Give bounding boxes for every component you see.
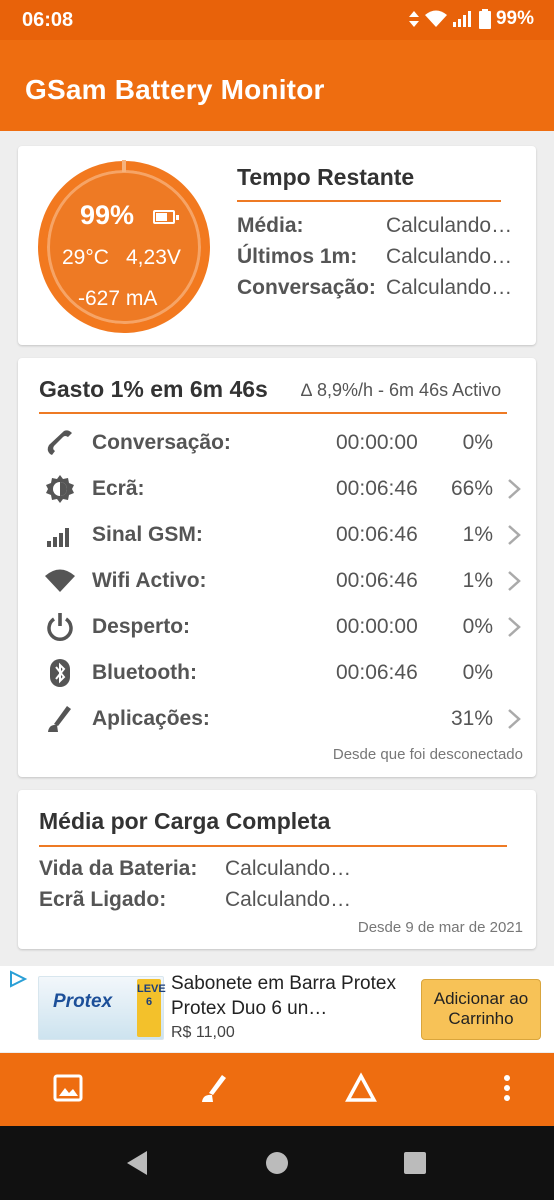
gauge-percent: 99%	[80, 200, 135, 230]
usage-label: Conversação:	[92, 431, 231, 454]
usage-subtitle: ∆ 8,9%/h - 6m 46s Activo	[301, 380, 502, 400]
usage-note: Desde que foi desconectado	[332, 746, 523, 763]
gauge-temperature: 29°C	[62, 246, 109, 269]
apps-icon	[48, 706, 71, 732]
full-charge-note: Desde 9 de mar de 2021	[357, 919, 523, 936]
adchoices-icon[interactable]	[8, 970, 28, 988]
ad-banner[interactable]: Protex LEVE 6 Sabonete em Barra Protex P…	[0, 966, 554, 1052]
power-icon	[47, 613, 73, 641]
cell-signal-icon	[452, 11, 471, 27]
screen-on-value: Calculando…	[225, 888, 352, 911]
usage-label: Bluetooth:	[92, 661, 197, 684]
avg-label: Média:	[237, 214, 304, 237]
signal-icon	[47, 528, 69, 547]
app-bar: GSam Battery Monitor	[0, 40, 554, 131]
time-remaining-title: Tempo Restante	[237, 164, 415, 190]
talk-label: Conversação:	[237, 276, 376, 299]
divider	[237, 200, 501, 202]
usage-pct: 1%	[462, 569, 493, 592]
divider	[39, 412, 507, 414]
status-time: 06:08	[22, 9, 74, 31]
back-icon[interactable]	[123, 1148, 153, 1178]
battery-icon	[153, 210, 179, 224]
usage-label: Desperto:	[92, 615, 191, 638]
home-icon[interactable]	[262, 1148, 292, 1178]
image-icon[interactable]	[51, 1071, 85, 1105]
chevron-right-icon[interactable]	[506, 570, 522, 592]
battery-gauge: 99% 29°C 4,23V -627 mA	[38, 161, 210, 333]
gauge-voltage: 4,23V	[126, 246, 181, 269]
phone-icon	[47, 430, 72, 455]
usage-pct: 1%	[462, 523, 493, 546]
last-1m-label: Últimos 1m:	[237, 245, 358, 268]
usage-pct: 31%	[450, 707, 493, 730]
usage-label: Ecrã:	[92, 477, 145, 500]
ad-product-image[interactable]: Protex LEVE 6	[38, 976, 166, 1040]
chevron-right-icon[interactable]	[506, 616, 522, 638]
system-nav-bar	[0, 1126, 554, 1200]
usage-row-talk: Conversação: 00:00:00 0%	[18, 419, 536, 463]
recents-icon[interactable]	[400, 1148, 430, 1178]
battery-life-value: Calculando…	[225, 857, 352, 880]
talk-value: Calculando…	[386, 276, 513, 299]
ad-brand: Protex	[53, 991, 113, 1012]
gauge-current: -627 mA	[78, 287, 158, 310]
gauge-marker	[122, 160, 126, 172]
apps-icon[interactable]	[197, 1071, 231, 1105]
chevron-right-icon[interactable]	[506, 524, 522, 546]
usage-label: Sinal GSM:	[92, 523, 203, 546]
brightness-icon	[46, 475, 74, 503]
summary-card[interactable]: 99% 29°C 4,23V -627 mA Tempo Restante Mé…	[18, 146, 536, 345]
screen-on-label: Ecrã Ligado:	[39, 888, 167, 911]
usage-pct: 0%	[462, 661, 493, 684]
usage-row-signal[interactable]: Sinal GSM: 00:06:46 1%	[18, 511, 536, 555]
full-charge-card: Média por Carga Completa Vida da Bateria…	[18, 790, 536, 949]
usage-card: Gasto 1% em 6m 46s ∆ 8,9%/h - 6m 46s Act…	[18, 358, 536, 777]
usage-row-screen[interactable]: Ecrã: 00:06:46 66%	[18, 465, 536, 509]
usage-row-apps[interactable]: Aplicações: 31%	[18, 695, 536, 739]
usage-time: 00:06:46	[336, 477, 418, 500]
more-vert-icon[interactable]	[490, 1071, 524, 1105]
usage-pct: 0%	[462, 615, 493, 638]
ad-price: R$ 11,00	[171, 1024, 235, 1041]
wifi-status-icon	[424, 10, 447, 27]
wifi-icon	[45, 569, 75, 592]
battery-life-label: Vida da Bateria:	[39, 857, 198, 880]
bluetooth-icon	[50, 659, 70, 687]
usage-time: 00:06:46	[336, 661, 418, 684]
usage-time: 00:00:00	[336, 431, 418, 454]
chevron-right-icon[interactable]	[506, 708, 522, 730]
full-charge-title: Média por Carga Completa	[39, 808, 331, 834]
chevron-right-icon[interactable]	[506, 478, 522, 500]
divider	[39, 845, 507, 847]
app-title: GSam Battery Monitor	[25, 74, 325, 105]
usage-label: Wifi Activo:	[92, 569, 207, 592]
usage-row-wifi[interactable]: Wifi Activo: 00:06:46 1%	[18, 557, 536, 601]
bottom-toolbar	[0, 1053, 554, 1126]
data-transfer-icon	[408, 11, 419, 27]
status-bar: 06:08 99%	[0, 0, 554, 40]
usage-row-awake[interactable]: Desperto: 00:00:00 0%	[18, 603, 536, 647]
usage-title: Gasto 1% em 6m 46s	[39, 376, 268, 402]
ad-pack-badge: LEVE 6	[137, 979, 166, 1037]
last-1m-value: Calculando…	[386, 245, 513, 268]
avg-value: Calculando…	[386, 214, 513, 237]
usage-time: 00:06:46	[336, 569, 418, 592]
usage-row-bluetooth: Bluetooth: 00:06:46 0%	[18, 649, 536, 693]
battery-status-icon	[478, 9, 491, 29]
usage-time: 00:06:46	[336, 523, 418, 546]
status-icons: 99%	[408, 8, 534, 30]
status-battery-pct: 99%	[495, 8, 534, 29]
usage-pct: 66%	[450, 477, 493, 500]
add-to-cart-button[interactable]: Adicionar ao Carrinho	[421, 979, 541, 1040]
usage-pct: 0%	[462, 431, 493, 454]
ad-title[interactable]: Sabonete em Barra Protex Protex Duo 6 un…	[171, 971, 411, 1021]
usage-time: 00:00:00	[336, 615, 418, 638]
delta-icon[interactable]	[344, 1071, 378, 1105]
usage-label: Aplicações:	[92, 707, 210, 730]
